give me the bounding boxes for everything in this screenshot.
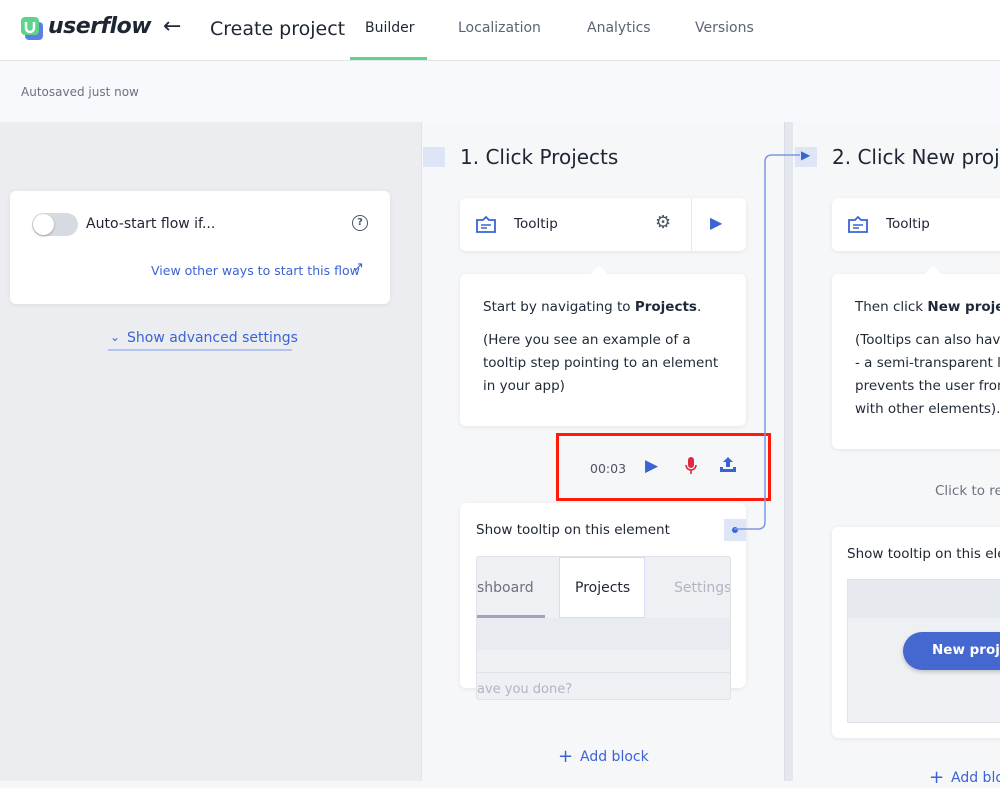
- element-preview: New proje: [847, 579, 1000, 723]
- auto-start-card: Auto-start flow if... ? View other ways …: [10, 191, 390, 304]
- preview-selected-element: New proje: [903, 632, 1000, 670]
- block-type-label: Tooltip: [886, 216, 930, 232]
- line: in your app): [483, 378, 565, 394]
- recording-controls-highlight: 00:03 ▶: [556, 433, 771, 501]
- auto-start-toggle[interactable]: [32, 213, 78, 236]
- preview-row: [477, 618, 730, 650]
- preview-button-label: New proje: [932, 642, 1000, 658]
- tooltip-icon: [848, 215, 868, 233]
- element-selector-card[interactable]: Show tooltip on this ele New proje: [832, 527, 1000, 738]
- play-recording-icon[interactable]: ▶: [645, 456, 658, 476]
- preview-tab: Projects: [575, 580, 631, 596]
- tooltip-block-header[interactable]: Tooltip ⚙ ▶: [460, 198, 746, 251]
- element-selector-card[interactable]: Show tooltip on this element shboard Pro…: [460, 503, 746, 700]
- tab-builder[interactable]: Builder: [365, 20, 415, 36]
- block-type-label: Tooltip: [514, 216, 558, 232]
- recording-time: 00:03: [590, 461, 627, 476]
- tooltip-text: Start by navigating to Projects.: [483, 296, 723, 319]
- top-bar: userflow ← Create project Builder Locali…: [0, 0, 1000, 61]
- bold-text: Projects: [634, 299, 697, 315]
- page-title: Create project: [210, 18, 346, 40]
- plus-icon: +: [929, 767, 945, 788]
- hint-text[interactable]: Click to re: [935, 483, 1000, 499]
- tooltip-block-header[interactable]: Tooltip: [832, 198, 1000, 251]
- element-label: Show tooltip on this element: [476, 522, 670, 538]
- step-title: 2. Click New proj: [832, 145, 1000, 169]
- step-title-text: Click New proj: [857, 145, 1000, 169]
- tooltip-content-card[interactable]: Start by navigating to Projects. (Here y…: [460, 265, 746, 426]
- preview-row: [848, 580, 1000, 618]
- element-label: Show tooltip on this ele: [847, 546, 1000, 562]
- back-arrow-icon[interactable]: ←: [163, 14, 181, 39]
- play-icon[interactable]: ▶: [710, 213, 722, 232]
- tooltip-text: Then click New projec: [855, 296, 1000, 319]
- text: Then click: [855, 299, 928, 315]
- external-link-icon[interactable]: ↗: [353, 260, 364, 275]
- element-preview: shboard Projects Settings ave you done?: [476, 556, 731, 700]
- link-underline: [108, 349, 292, 351]
- text: Start by navigating to: [483, 299, 635, 315]
- tooltip-icon: [476, 215, 496, 233]
- step-column-2: ▶ 2. Click New proj Tooltip Then click N…: [793, 122, 1000, 788]
- line: prevents the user from: [855, 378, 1000, 394]
- tab-analytics[interactable]: Analytics: [587, 20, 651, 36]
- line: (Tooltips can also hav: [855, 332, 1000, 348]
- line: (Here you see an example of a: [483, 332, 691, 348]
- line: tooltip step pointing to an element: [483, 355, 719, 371]
- autosave-status: Autosaved just now: [21, 85, 139, 99]
- other-ways-link[interactable]: View other ways to start this flow: [151, 263, 360, 278]
- settings-panel: Auto-start flow if... ? View other ways …: [0, 122, 421, 781]
- step-title-text: Click Projects: [485, 145, 619, 169]
- preview-tab: shboard: [477, 580, 534, 596]
- preview-tab: Settings: [674, 580, 731, 596]
- preview-placeholder: ave you done?: [477, 682, 573, 697]
- help-icon[interactable]: ?: [352, 215, 368, 231]
- upload-icon[interactable]: [719, 456, 737, 474]
- bold-text: New projec: [927, 299, 1000, 315]
- tooltip-content-card[interactable]: Then click New projec (Tooltips can also…: [832, 274, 1000, 449]
- step-number: 1.: [460, 145, 480, 169]
- preview-divider: [477, 672, 730, 673]
- tab-versions[interactable]: Versions: [695, 20, 754, 36]
- brand-name: userflow: [48, 14, 152, 39]
- divider: [691, 198, 692, 251]
- plus-icon: +: [558, 746, 574, 767]
- chevron-down-icon: ⌄: [110, 330, 121, 344]
- tooltip-note: (Here you see an example of a tooltip ste…: [483, 329, 723, 398]
- userflow-logo-icon: [21, 17, 43, 40]
- tooltip-note: (Tooltips can also hav - a semi-transpare…: [855, 329, 1000, 421]
- add-block-button[interactable]: Add block: [580, 749, 649, 765]
- microphone-icon[interactable]: [684, 456, 698, 476]
- line: - a semi-transparent l: [855, 355, 1000, 371]
- step-title: 1. Click Projects: [460, 145, 618, 169]
- preview-selected-element: Projects: [559, 557, 645, 618]
- status-bar: Autosaved just now: [0, 61, 1000, 122]
- step-column-1: 1. Click Projects Tooltip ⚙ ▶ Start by n…: [421, 122, 784, 781]
- output-port[interactable]: [724, 519, 746, 541]
- gear-icon[interactable]: ⚙: [655, 212, 671, 233]
- tab-localization[interactable]: Localization: [458, 20, 541, 36]
- line: with other elements).: [855, 401, 1000, 417]
- tooltip-arrow: [590, 265, 608, 283]
- show-advanced-settings-link[interactable]: Show advanced settings: [127, 330, 298, 346]
- auto-start-label: Auto-start flow if...: [86, 216, 216, 232]
- step-input-port: ▶: [795, 147, 817, 167]
- step-input-port: [423, 147, 445, 167]
- active-tab-indicator: [350, 57, 427, 60]
- arrow-right-icon: ▶: [801, 148, 811, 162]
- text: .: [696, 299, 702, 315]
- step-number: 2.: [832, 145, 852, 169]
- column-separator: [784, 122, 793, 781]
- add-block-button[interactable]: Add blo: [951, 770, 1000, 786]
